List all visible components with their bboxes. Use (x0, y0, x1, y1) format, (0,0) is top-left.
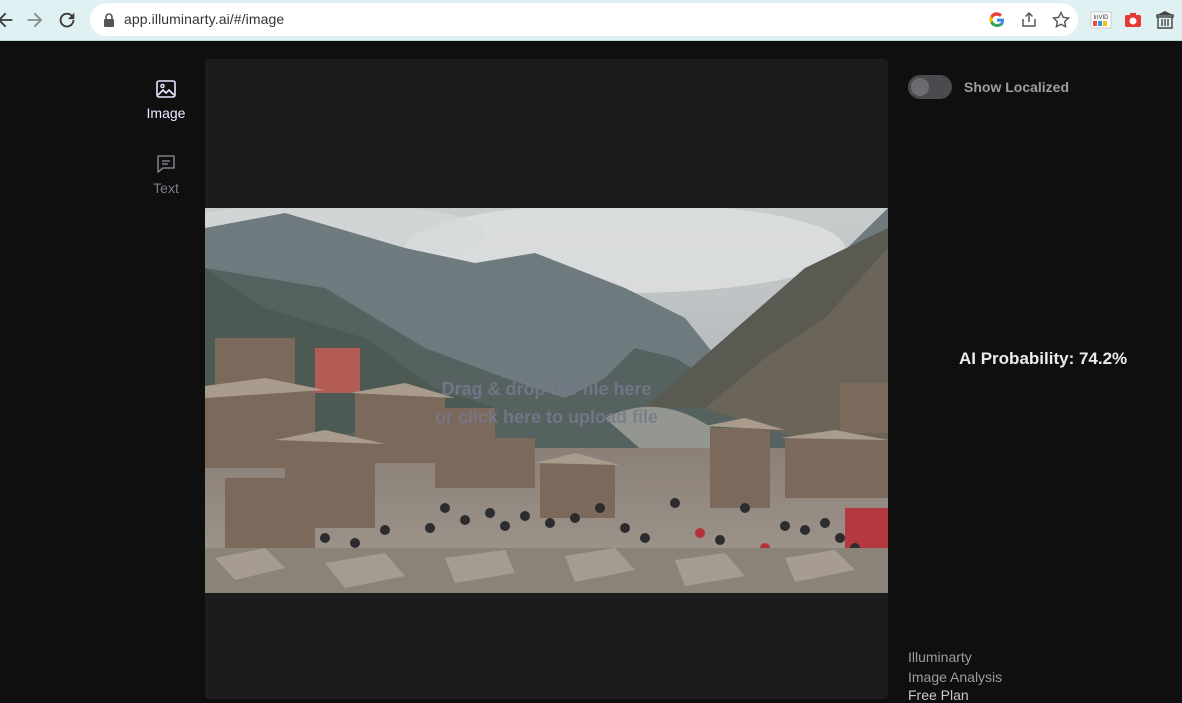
footer-brand: Illuminarty Image Analysis (908, 647, 1002, 687)
chat-icon (157, 155, 175, 173)
camera-extension-icon[interactable] (1122, 9, 1144, 31)
sidenav-item-label: Image (146, 105, 186, 121)
toggle-knob (911, 78, 929, 96)
show-localized-toggle[interactable] (908, 75, 952, 99)
address-bar[interactable]: app.illuminarty.ai/#/image (90, 3, 1078, 36)
forward-button[interactable] (24, 9, 46, 31)
show-localized-label: Show Localized (964, 79, 1070, 95)
share-icon[interactable] (1019, 10, 1039, 30)
reload-button[interactable] (56, 9, 78, 31)
google-icon[interactable] (987, 10, 1007, 30)
archive-extension-icon[interactable] (1154, 9, 1176, 31)
arrow-right-icon (27, 12, 43, 28)
dropzone-line-1: Drag & drop the file here (441, 379, 652, 399)
back-button[interactable] (0, 9, 16, 31)
lock-icon (104, 13, 114, 27)
url-text: app.illuminarty.ai/#/image (124, 11, 285, 27)
reload-icon (59, 12, 75, 28)
dropzone-line-2: or click here to upload file (434, 407, 659, 427)
ai-probability-result: AI Probability: 74.2% (959, 349, 1128, 368)
sidenav-item-text[interactable]: Text (134, 152, 198, 196)
sidenav-item-image[interactable]: Image (134, 77, 198, 121)
star-icon[interactable] (1051, 10, 1071, 30)
footer-plan: Free Plan (908, 687, 969, 703)
invid-extension-icon[interactable]: InVID (1090, 9, 1112, 31)
image-icon (156, 80, 176, 98)
footer-app-name: Illuminarty (908, 649, 972, 665)
footer-app-subtitle: Image Analysis (908, 669, 1003, 685)
dropzone-instructions: Drag & drop the file here or click here … (205, 375, 888, 431)
app-body: Image Text Drag & drop the file here or … (0, 41, 1182, 703)
upload-dropzone[interactable]: Drag & drop the file here or click here … (205, 59, 888, 699)
arrow-left-icon (0, 12, 13, 28)
browser-toolbar: app.illuminarty.ai/#/image InVID (0, 0, 1182, 41)
sidenav-item-label: Text (153, 180, 179, 196)
svg-text:InVID: InVID (1093, 15, 1109, 21)
